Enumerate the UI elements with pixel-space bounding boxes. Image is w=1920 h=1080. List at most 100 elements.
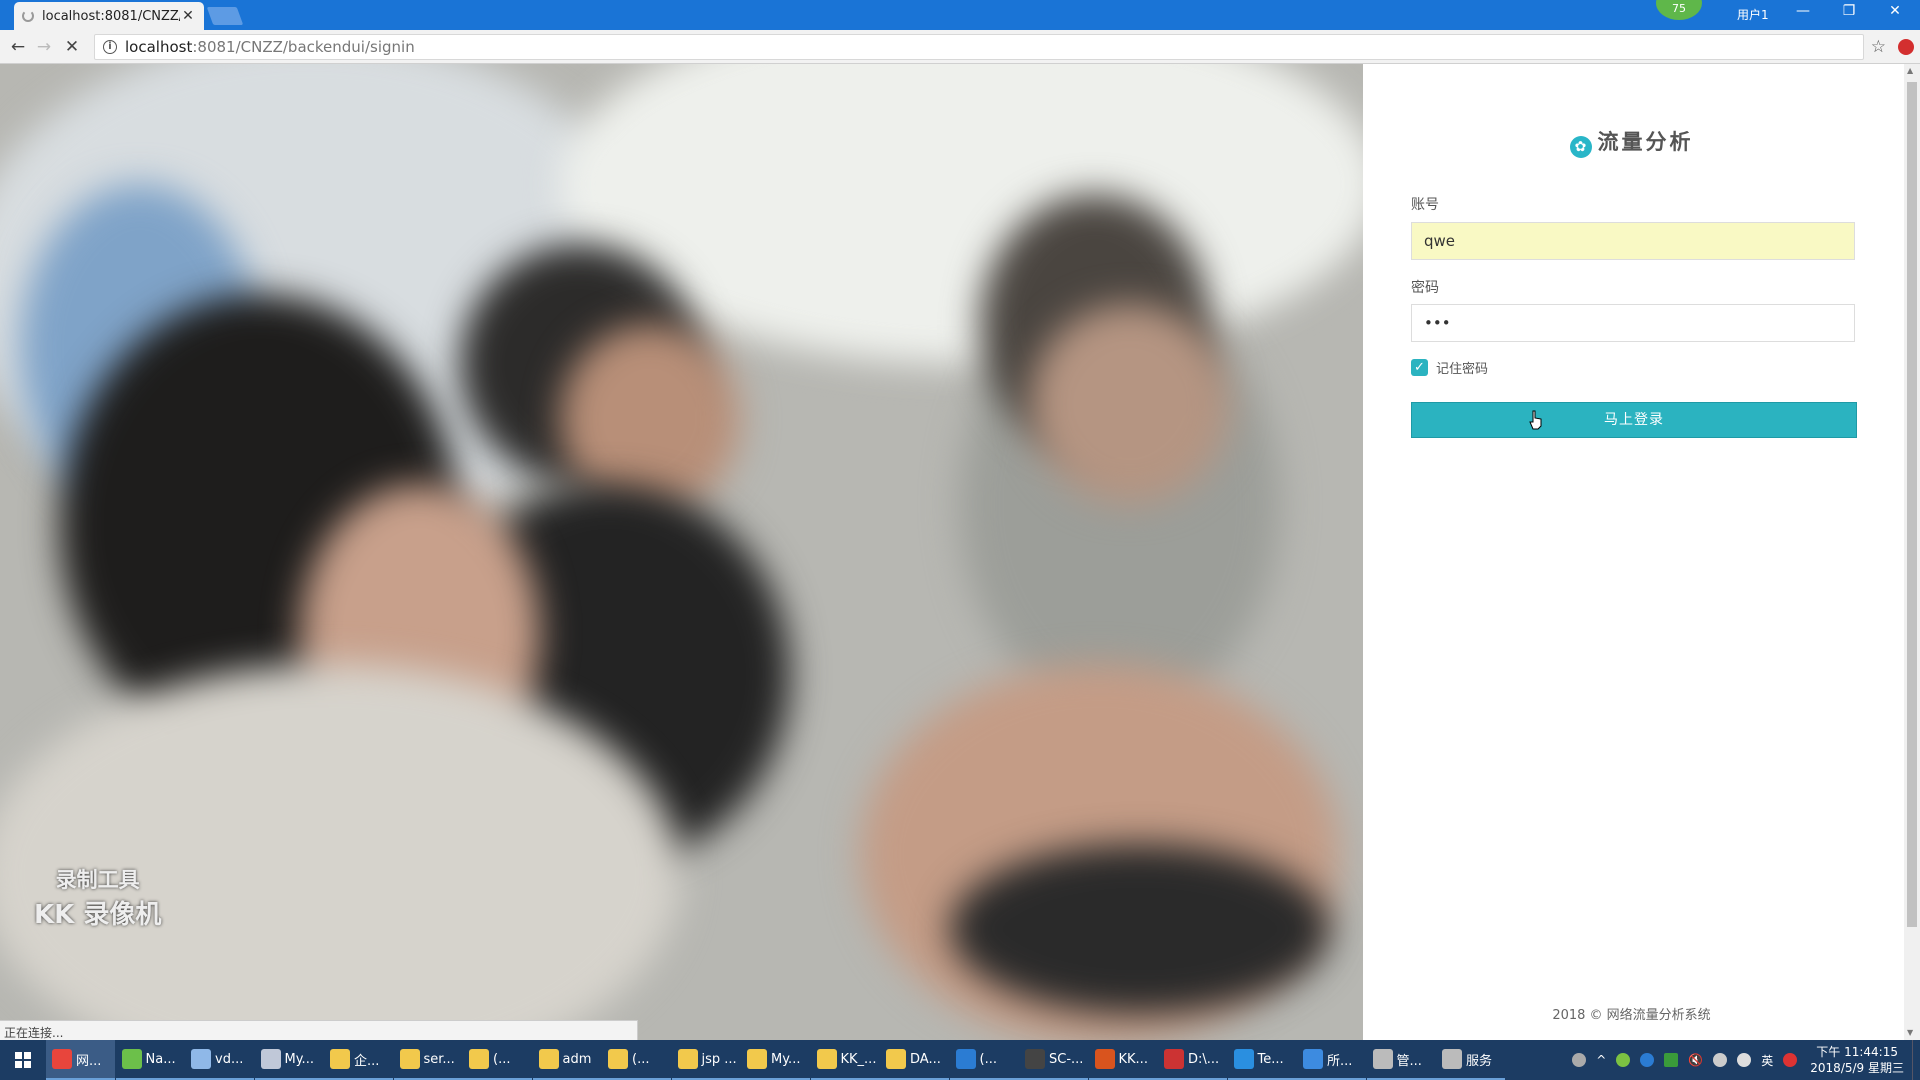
app-label: D:\... bbox=[1188, 1051, 1220, 1067]
scroll-down-icon[interactable]: ▼ bbox=[1907, 1028, 1913, 1037]
taskbar-app[interactable]: 所... bbox=[1297, 1040, 1366, 1080]
show-desktop-button[interactable] bbox=[1912, 1040, 1920, 1080]
app-label: (... bbox=[493, 1051, 511, 1067]
taskbar-app[interactable]: My... bbox=[254, 1040, 324, 1080]
taskbar-app[interactable]: D:\... bbox=[1158, 1040, 1227, 1080]
people-icon[interactable] bbox=[1572, 1053, 1587, 1067]
hand-cursor-icon bbox=[1529, 410, 1542, 430]
app-label: ser... bbox=[423, 1051, 455, 1067]
taskbar-app[interactable]: (... bbox=[602, 1040, 671, 1080]
app-label: Na... bbox=[145, 1051, 176, 1067]
app-icon bbox=[677, 1049, 698, 1069]
battery-icon[interactable] bbox=[1737, 1053, 1752, 1067]
profile-user-label[interactable]: 用户1 bbox=[1737, 6, 1769, 23]
url-path: :8081/CNZZ/backendui/signin bbox=[192, 38, 415, 56]
taskbar-app[interactable]: KK... bbox=[1088, 1040, 1158, 1080]
app-icon bbox=[330, 1049, 350, 1069]
app-icon bbox=[1303, 1049, 1323, 1069]
ime-indicator[interactable]: 英 bbox=[1761, 1052, 1773, 1069]
start-button[interactable] bbox=[0, 1040, 46, 1080]
watermark-line1: 录制工具 bbox=[55, 868, 140, 892]
app-icon bbox=[955, 1049, 976, 1069]
remember-password[interactable]: ✓ 记住密码 bbox=[1411, 358, 1488, 377]
tab-title: localhost:8081/CNZZ/b bbox=[42, 8, 180, 24]
background-photo: 录制工具 KK 录像机 bbox=[0, 64, 1363, 1040]
account-label: 账号 bbox=[1411, 197, 1439, 213]
taskbar-app[interactable]: Na... bbox=[115, 1040, 185, 1080]
login-panel: ✿ 流量分析 账号 qwe 密码 ••• ✓ 记住密码 马上登录 2018 © 网… bbox=[1363, 64, 1900, 1040]
app-icon bbox=[1442, 1049, 1462, 1069]
gear-logo-icon: ✿ bbox=[1569, 136, 1592, 158]
wifi-icon[interactable] bbox=[1713, 1053, 1728, 1067]
taskbar-app[interactable]: My... bbox=[741, 1040, 810, 1080]
taskbar-app[interactable]: adm bbox=[532, 1040, 602, 1080]
system-clock[interactable]: 下午 11:44:15 2018/5/9 星期三 bbox=[1802, 1044, 1912, 1076]
app-icon bbox=[1025, 1049, 1045, 1069]
loading-spinner-icon bbox=[22, 10, 34, 22]
taskbar-app[interactable]: SC-... bbox=[1019, 1040, 1088, 1080]
taskbar-app[interactable]: Te... bbox=[1227, 1040, 1297, 1080]
monitor-tray-icon[interactable] bbox=[1664, 1053, 1679, 1067]
network-speed-badge: 75 bbox=[1656, 0, 1702, 20]
restore-icon[interactable]: ❐ bbox=[1834, 3, 1864, 19]
app-label: KK_... bbox=[840, 1051, 877, 1067]
app-icon bbox=[191, 1049, 211, 1069]
app-icon bbox=[747, 1049, 767, 1069]
taskbar-app[interactable]: KK_... bbox=[810, 1040, 880, 1080]
security-tray-icon[interactable] bbox=[1616, 1053, 1631, 1067]
app-icon bbox=[816, 1049, 837, 1069]
remember-checkbox[interactable]: ✓ bbox=[1411, 359, 1428, 376]
login-button[interactable]: 马上登录 bbox=[1411, 402, 1857, 438]
app-icon bbox=[52, 1049, 72, 1069]
system-tray: ^ 🔇 英 下午 11:44:15 2018/5/9 星期三 bbox=[1567, 1040, 1920, 1080]
volume-muted-icon[interactable]: 🔇 bbox=[1688, 1053, 1703, 1067]
sogou-ime-icon[interactable] bbox=[1783, 1053, 1798, 1067]
password-label: 密码 bbox=[1411, 280, 1439, 296]
taskbar-app[interactable]: vd... bbox=[185, 1040, 254, 1080]
taskbar-app[interactable]: (... bbox=[949, 1040, 1019, 1080]
url-input[interactable]: i localhost:8081/CNZZ/backendui/signin bbox=[94, 34, 1864, 60]
browser-tab[interactable]: localhost:8081/CNZZ/b ✕ bbox=[14, 2, 204, 30]
account-input[interactable]: qwe bbox=[1411, 222, 1855, 260]
scroll-up-icon[interactable]: ▲ bbox=[1907, 66, 1913, 75]
new-tab-button[interactable] bbox=[206, 7, 244, 25]
taskbar-app[interactable]: jsp ... bbox=[671, 1040, 741, 1080]
extension-icon[interactable] bbox=[1898, 39, 1914, 55]
page-scrollbar[interactable]: ▲ ▼ bbox=[1904, 64, 1920, 1040]
app-label: (... bbox=[632, 1051, 650, 1067]
taskbar-app[interactable]: 网... bbox=[46, 1040, 115, 1080]
app-label: (... bbox=[979, 1051, 997, 1067]
taskbar-app[interactable]: (... bbox=[463, 1040, 532, 1080]
clock-date: 2018/5/9 星期三 bbox=[1810, 1061, 1904, 1075]
app-icon bbox=[1164, 1049, 1184, 1069]
bluetooth-icon[interactable] bbox=[1640, 1053, 1655, 1067]
app-icon bbox=[121, 1049, 142, 1069]
minimize-icon[interactable]: — bbox=[1788, 3, 1818, 19]
app-icon bbox=[260, 1049, 281, 1069]
app-label: SC-... bbox=[1049, 1051, 1084, 1067]
close-window-icon[interactable]: ✕ bbox=[1880, 3, 1910, 19]
taskbar-app[interactable]: 企... bbox=[324, 1040, 393, 1080]
taskbar-app[interactable]: 服务 bbox=[1436, 1040, 1505, 1080]
show-hidden-icons[interactable]: ^ bbox=[1596, 1053, 1606, 1067]
browser-status-bar: 正在连接... bbox=[0, 1020, 638, 1040]
forward-icon[interactable]: → bbox=[34, 37, 54, 57]
site-info-icon[interactable]: i bbox=[103, 40, 117, 54]
taskbar-apps: 网... Na... vd... My... 企... ser... (... adm (...… bbox=[46, 1040, 1506, 1080]
password-input[interactable]: ••• bbox=[1411, 304, 1855, 342]
scroll-thumb[interactable] bbox=[1907, 82, 1917, 927]
bookmark-star-icon[interactable]: ☆ bbox=[1871, 37, 1886, 57]
windows-taskbar: 网... Na... vd... My... 企... ser... (... adm (...… bbox=[0, 1040, 1920, 1080]
url-host: localhost bbox=[125, 38, 193, 56]
taskbar-app[interactable]: 管... bbox=[1366, 1040, 1436, 1080]
windows-logo-icon bbox=[15, 1052, 31, 1068]
brand-title: ✿ 流量分析 bbox=[1363, 126, 1900, 158]
tab-close-icon[interactable]: ✕ bbox=[180, 8, 196, 24]
back-icon[interactable]: ← bbox=[8, 37, 28, 57]
app-icon bbox=[1372, 1049, 1393, 1069]
app-icon bbox=[399, 1049, 420, 1069]
stop-loading-icon[interactable]: ✕ bbox=[62, 37, 82, 57]
taskbar-app[interactable]: ser... bbox=[393, 1040, 463, 1080]
app-label: 企... bbox=[354, 1053, 380, 1069]
taskbar-app[interactable]: DA... bbox=[880, 1040, 949, 1080]
